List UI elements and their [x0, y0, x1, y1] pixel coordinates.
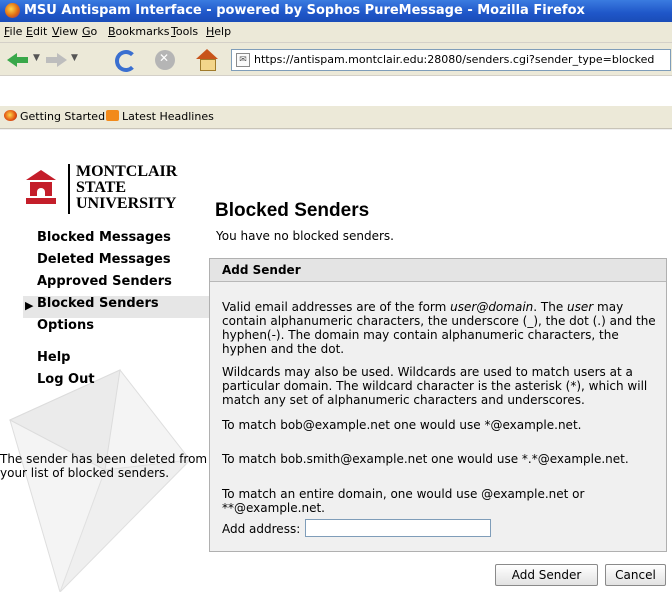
add-address-row: Add address: [222, 519, 491, 537]
example-text-3: To match an entire domain, one would use… [222, 487, 585, 515]
add-sender-button[interactable]: Add Sender [495, 564, 598, 586]
add-address-input[interactable] [305, 519, 491, 537]
bookmarks-toolbar: Getting Started Latest Headlines [0, 106, 672, 149]
format-help-text: Valid email addresses are of the form us… [222, 300, 656, 356]
rss-feed-icon [106, 110, 119, 121]
page-content: MONTCLAIR STATE UNIVERSITY Blocked Messa… [0, 130, 672, 592]
example-text-2: To match bob.smith@example.net one would… [222, 452, 629, 466]
nav-deleted-messages[interactable]: Deleted Messages [37, 252, 209, 274]
stop-icon[interactable] [155, 50, 175, 70]
firefox-bookmark-icon [4, 110, 17, 121]
panel-heading: Add Sender [222, 263, 301, 277]
menu-view[interactable]: View [52, 25, 78, 38]
selected-arrow-icon: ▶ [25, 299, 34, 312]
forward-arrow-icon[interactable] [45, 49, 67, 71]
panel-header: Add Sender [210, 259, 666, 282]
college-hall-icon [26, 170, 56, 214]
status-notice: The sender has been deleted from your li… [0, 452, 208, 480]
nav-log-out[interactable]: Log Out [37, 372, 209, 394]
nav-help[interactable]: Help [37, 350, 209, 372]
menu-bar: File Edit View Go Bookmarks Tools Help [0, 22, 672, 43]
page-icon: ✉ [236, 53, 250, 67]
nav-approved-senders[interactable]: Approved Senders [37, 274, 209, 296]
reload-icon[interactable] [115, 50, 137, 72]
bookmark-label: Latest Headlines [122, 110, 214, 123]
sidebar-nav: Blocked Messages Deleted Messages Approv… [23, 230, 209, 394]
window-title-bar: MSU Antispam Interface - powered by Soph… [0, 0, 672, 22]
menu-bookmarks[interactable]: Bookmarks [108, 25, 169, 38]
navigation-toolbar: ▼ ▼ ✉ https://antispam.montclair.edu:280… [0, 43, 672, 76]
back-arrow-icon[interactable] [7, 49, 29, 71]
home-icon[interactable] [196, 49, 218, 71]
nav-options[interactable]: Options [37, 318, 209, 340]
example-text-1: To match bob@example.net one would use *… [222, 418, 582, 432]
menu-go[interactable]: Go [82, 25, 97, 38]
university-logo: MONTCLAIR STATE UNIVERSITY [26, 164, 196, 214]
menu-file[interactable]: File [4, 25, 22, 38]
bookmark-getting-started[interactable]: Getting Started [4, 110, 105, 123]
menu-edit[interactable]: Edit [26, 25, 47, 38]
logo-text: MONTCLAIR STATE UNIVERSITY [76, 163, 178, 212]
menu-help[interactable]: Help [206, 25, 231, 38]
window-title: MSU Antispam Interface - powered by Soph… [24, 3, 585, 18]
firefox-icon [5, 3, 20, 18]
forward-dropdown-icon[interactable]: ▼ [71, 53, 78, 63]
bookmark-label: Getting Started [20, 110, 106, 123]
add-sender-panel: Add Sender Valid email addresses are of … [209, 258, 667, 552]
nav-blocked-senders[interactable]: ▶ Blocked Senders [23, 296, 209, 318]
empty-list-message: You have no blocked senders. [216, 229, 394, 243]
nav-blocked-messages[interactable]: Blocked Messages [37, 230, 209, 252]
nav-label: Blocked Senders [37, 296, 159, 311]
back-dropdown-icon[interactable]: ▼ [33, 53, 40, 63]
address-bar[interactable]: ✉ https://antispam.montclair.edu:28080/s… [231, 49, 671, 71]
page-title: Blocked Senders [215, 200, 370, 221]
add-address-label: Add address: [222, 522, 301, 536]
bookmark-latest-headlines[interactable]: Latest Headlines [106, 110, 214, 123]
menu-tools[interactable]: Tools [171, 25, 198, 38]
address-url[interactable]: https://antispam.montclair.edu:28080/sen… [254, 53, 654, 66]
cancel-button[interactable]: Cancel [605, 564, 666, 586]
wildcard-help-text: Wildcards may also be used. Wildcards ar… [222, 365, 648, 407]
